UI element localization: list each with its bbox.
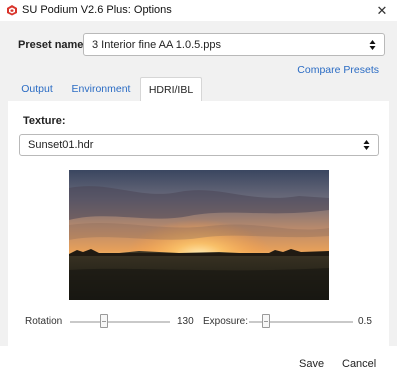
save-button[interactable]: Save — [299, 358, 324, 370]
preset-name-label: Preset name: — [18, 39, 88, 51]
rotation-slider-track[interactable] — [70, 321, 170, 323]
tab-environment[interactable]: Environment — [65, 77, 137, 101]
close-button[interactable]: ✕ — [367, 0, 397, 21]
texture-label: Texture: — [23, 115, 66, 127]
hdri-panel: Texture: Sunset01.hdr Rotation 130 Expos… — [8, 101, 389, 346]
preset-select[interactable]: 3 Interior fine AA 1.0.5.pps — [83, 33, 385, 56]
rotation-slider-thumb[interactable] — [100, 314, 108, 328]
texture-select[interactable]: Sunset01.hdr — [19, 134, 379, 156]
updown-arrows-icon — [363, 140, 370, 150]
title-bar: SU Podium V2.6 Plus: Options ✕ — [0, 0, 397, 21]
dialog-footer: Save Cancel — [0, 346, 397, 384]
window-title: SU Podium V2.6 Plus: Options — [22, 4, 172, 16]
updown-arrows-icon — [369, 39, 376, 50]
rotation-value: 130 — [177, 316, 194, 327]
preset-select-value: 3 Interior fine AA 1.0.5.pps — [92, 38, 222, 51]
texture-select-value: Sunset01.hdr — [28, 139, 94, 151]
tab-hdri-ibl-label: HDRI/IBL — [148, 83, 194, 96]
sketchup-logo-icon — [7, 5, 17, 16]
exposure-value: 0.5 — [358, 316, 372, 327]
exposure-label: Exposure: — [203, 316, 249, 327]
tab-environment-label: Environment — [71, 83, 131, 95]
tab-output-label: Output — [21, 83, 53, 95]
tab-hdri-ibl[interactable]: HDRI/IBL — [140, 77, 202, 101]
compare-presets-link[interactable]: Compare Presets — [297, 64, 379, 76]
close-icon: ✕ — [376, 2, 388, 18]
options-content: Preset name: 3 Interior fine AA 1.0.5.pp… — [0, 21, 397, 346]
exposure-slider-thumb[interactable] — [262, 314, 270, 328]
tab-output[interactable]: Output — [12, 77, 62, 101]
hdri-preview-image — [69, 170, 329, 300]
cancel-button[interactable]: Cancel — [342, 358, 376, 370]
rotation-label: Rotation — [25, 316, 63, 327]
